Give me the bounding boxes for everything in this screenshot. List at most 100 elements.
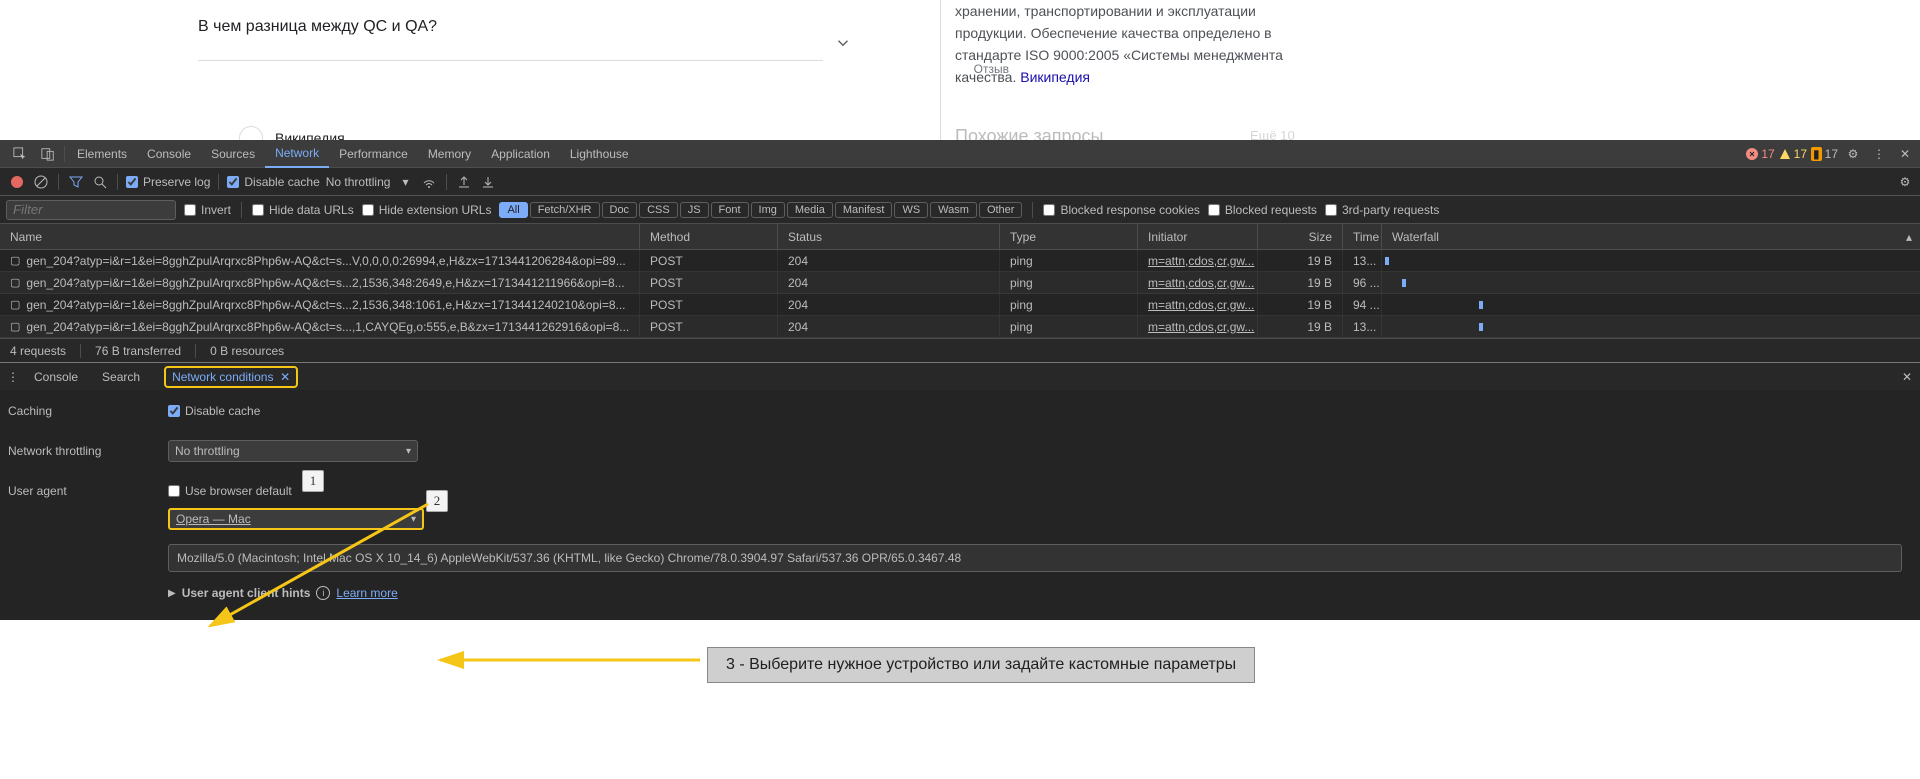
info-text: хранении, транспортировании и эксплуатац… (955, 3, 1283, 85)
type-filter-font[interactable]: Font (711, 202, 749, 218)
chevron-down-icon[interactable] (828, 28, 858, 58)
preserve-log-checkbox[interactable]: Preserve log (126, 175, 210, 189)
type-filter-all[interactable]: All (499, 202, 527, 218)
wifi-icon[interactable] (420, 175, 438, 189)
clear-icon[interactable] (32, 175, 50, 189)
stat-transferred: 76 B transferred (95, 344, 196, 358)
network-toolbar: Preserve log Disable cache No throttling… (0, 168, 1920, 196)
nc-disable-cache-checkbox[interactable]: Disable cache (168, 404, 260, 418)
learn-more-link[interactable]: Learn more (336, 586, 397, 600)
network-conditions-pane: Caching Disable cache Network throttling… (0, 390, 1920, 620)
more-icon[interactable]: ⋮ (1868, 147, 1890, 161)
annotation-3: 3 - Выберите нужное устройство или задай… (707, 647, 1255, 683)
type-filter-img[interactable]: Img (751, 202, 785, 218)
type-filter-css[interactable]: CSS (639, 202, 678, 218)
faq-question: В чем разница между QC и QA? (198, 18, 437, 35)
tab-elements[interactable]: Elements (67, 140, 137, 168)
network-table-header: Name Method Status Type Initiator Size T… (0, 224, 1920, 250)
throttling-label: Network throttling (8, 444, 168, 458)
disable-cache-checkbox[interactable]: Disable cache (227, 175, 319, 189)
stat-resources: 0 B resources (210, 344, 298, 358)
tab-network[interactable]: Network (265, 140, 329, 168)
col-time[interactable]: Time (1343, 224, 1382, 249)
table-row[interactable]: gen_204?atyp=i&r=1&ei=8gghZpulArqrxc8Php… (0, 294, 1920, 316)
knowledge-panel-text: хранении, транспортировании и эксплуатац… (955, 0, 1330, 88)
table-row[interactable]: gen_204?atyp=i&r=1&ei=8gghZpulArqrxc8Php… (0, 272, 1920, 294)
col-size[interactable]: Size (1258, 224, 1343, 249)
search-icon[interactable] (91, 175, 109, 189)
throttling-chevron-icon[interactable]: ▾ (396, 175, 414, 189)
drawer-more-icon[interactable]: ⋮ (4, 370, 22, 384)
drawer-tab-search[interactable]: Search (90, 363, 152, 391)
network-status-bar: 4 requests 76 B transferred 0 B resource… (0, 338, 1920, 362)
col-waterfall[interactable]: Waterfall (1382, 224, 1920, 249)
tab-lighthouse[interactable]: Lighthouse (560, 140, 639, 168)
upload-icon[interactable] (455, 175, 473, 189)
close-icon[interactable]: ✕ (1894, 147, 1916, 161)
issues-badge[interactable]: ▮17 (1811, 147, 1838, 161)
tab-performance[interactable]: Performance (329, 140, 418, 168)
type-filter-manifest[interactable]: Manifest (835, 202, 893, 218)
download-icon[interactable] (479, 175, 497, 189)
user-agent-string-input[interactable]: Mozilla/5.0 (Macintosh; Intel Mac OS X 1… (168, 544, 1902, 572)
filter-bar: Invert Hide data URLs Hide extension URL… (0, 196, 1920, 224)
use-browser-default-checkbox[interactable]: Use browser default (168, 484, 292, 498)
nc-label: Network conditions (172, 370, 273, 384)
errors-badge[interactable]: 17 (1746, 147, 1774, 161)
network-table-body: gen_204?atyp=i&r=1&ei=8gghZpulArqrxc8Php… (0, 250, 1920, 338)
info-icon[interactable]: i (316, 586, 330, 600)
hide-ext-urls-checkbox[interactable]: Hide extension URLs (362, 203, 492, 217)
table-row[interactable]: gen_204?atyp=i&r=1&ei=8gghZpulArqrxc8Php… (0, 250, 1920, 272)
tab-memory[interactable]: Memory (418, 140, 481, 168)
type-filter-ws[interactable]: WS (894, 202, 928, 218)
col-type[interactable]: Type (1000, 224, 1138, 249)
record-icon[interactable] (8, 176, 26, 188)
network-settings-icon[interactable]: ⚙ (1896, 175, 1914, 189)
drawer-close-icon[interactable]: ✕ (1902, 370, 1912, 384)
tab-application[interactable]: Application (481, 140, 560, 168)
type-filter-fetch/xhr[interactable]: Fetch/XHR (530, 202, 600, 218)
filter-input[interactable] (6, 200, 176, 220)
faq-card[interactable]: В чем разница между QC и QA? (198, 18, 858, 36)
col-status[interactable]: Status (778, 224, 1000, 249)
warnings-badge[interactable]: 17 (1779, 147, 1807, 161)
invert-checkbox[interactable]: Invert (184, 203, 231, 217)
separator (64, 146, 65, 162)
devtools-panel: Elements Console Sources Network Perform… (0, 140, 1920, 620)
caching-label: Caching (8, 404, 168, 418)
tab-console[interactable]: Console (137, 140, 201, 168)
type-filter-js[interactable]: JS (680, 202, 709, 218)
throttling-dropdown[interactable]: No throttling (168, 440, 418, 462)
inspect-icon[interactable] (6, 140, 34, 167)
vertical-divider (940, 0, 941, 140)
triangle-right-icon: ▶ (168, 588, 176, 599)
search-results-page: В чем разница между QC и QA? Отзыв хране… (0, 0, 1920, 140)
user-agent-label: User agent (8, 484, 168, 498)
throttling-select[interactable]: No throttling (326, 175, 391, 189)
hide-data-urls-checkbox[interactable]: Hide data URLs (252, 203, 354, 217)
tab-sources[interactable]: Sources (201, 140, 265, 168)
type-filter-media[interactable]: Media (787, 202, 833, 218)
devtools-tabs: Elements Console Sources Network Perform… (0, 140, 1920, 168)
col-name[interactable]: Name (0, 224, 640, 249)
wikipedia-link[interactable]: Википедия (1020, 69, 1090, 85)
filter-icon[interactable] (67, 175, 85, 189)
col-initiator[interactable]: Initiator (1138, 224, 1258, 249)
type-filter-other[interactable]: Other (979, 202, 1023, 218)
user-agent-dropdown[interactable]: Opera — Mac (168, 508, 424, 530)
col-method[interactable]: Method (640, 224, 778, 249)
hints-label: User agent client hints (182, 586, 311, 600)
table-row[interactable]: gen_204?atyp=i&r=1&ei=8gghZpulArqrxc8Php… (0, 316, 1920, 338)
drawer-tab-network-conditions[interactable]: Network conditions ✕ (152, 363, 310, 391)
third-party-checkbox[interactable]: 3rd-party requests (1325, 203, 1439, 217)
type-filter-wasm[interactable]: Wasm (930, 202, 977, 218)
blocked-requests-checkbox[interactable]: Blocked requests (1208, 203, 1317, 217)
type-filter-doc[interactable]: Doc (602, 202, 638, 218)
annotation-1: 1 (302, 470, 324, 492)
device-toggle-icon[interactable] (34, 140, 62, 167)
blocked-cookies-checkbox[interactable]: Blocked response cookies (1043, 203, 1199, 217)
drawer-tabs: ⋮ Console Search Network conditions ✕ ✕ (0, 362, 1920, 390)
settings-icon[interactable]: ⚙ (1842, 147, 1864, 161)
ua-client-hints-toggle[interactable]: ▶ User agent client hints i Learn more (168, 586, 1912, 600)
drawer-tab-console[interactable]: Console (22, 363, 90, 391)
